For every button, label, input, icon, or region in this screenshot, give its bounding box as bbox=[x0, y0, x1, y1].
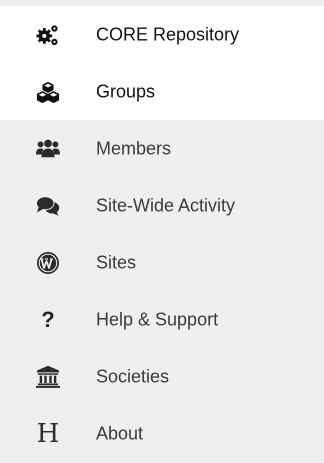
menu-item-societies[interactable]: Societies bbox=[0, 348, 324, 405]
menu-item-sites[interactable]: Sites bbox=[0, 234, 324, 291]
menu-item-label: Sites bbox=[96, 252, 137, 272]
menu-item-help-support[interactable]: ? Help & Support bbox=[0, 291, 324, 348]
menu-item-members[interactable]: Members bbox=[0, 120, 324, 177]
sidebar-menu: CORE Repository Groups Members Site-Wide… bbox=[0, 0, 324, 463]
menu-item-site-wide-activity[interactable]: Site-Wide Activity bbox=[0, 177, 324, 234]
menu-item-label: About bbox=[96, 423, 144, 443]
menu-item-core-repository[interactable]: CORE Repository bbox=[0, 6, 324, 63]
menu-item-label: CORE Repository bbox=[96, 24, 240, 44]
h-letter-icon: H bbox=[36, 418, 60, 449]
wordpress-icon bbox=[36, 251, 60, 275]
menu-item-label: Societies bbox=[96, 366, 170, 386]
menu-item-groups[interactable]: Groups bbox=[0, 63, 324, 120]
menu-item-label: Site-Wide Activity bbox=[96, 195, 236, 215]
menu-item-label: Members bbox=[96, 138, 172, 158]
menu-item-about[interactable]: H About bbox=[0, 405, 324, 462]
gears-icon bbox=[36, 23, 60, 47]
users-icon bbox=[36, 137, 60, 161]
cubes-icon bbox=[36, 80, 60, 104]
question-icon: ? bbox=[41, 306, 55, 332]
comments-icon bbox=[36, 194, 60, 218]
menu-item-label: Help & Support bbox=[96, 309, 219, 329]
menu-item-label: Groups bbox=[96, 81, 156, 101]
university-icon bbox=[36, 365, 60, 389]
